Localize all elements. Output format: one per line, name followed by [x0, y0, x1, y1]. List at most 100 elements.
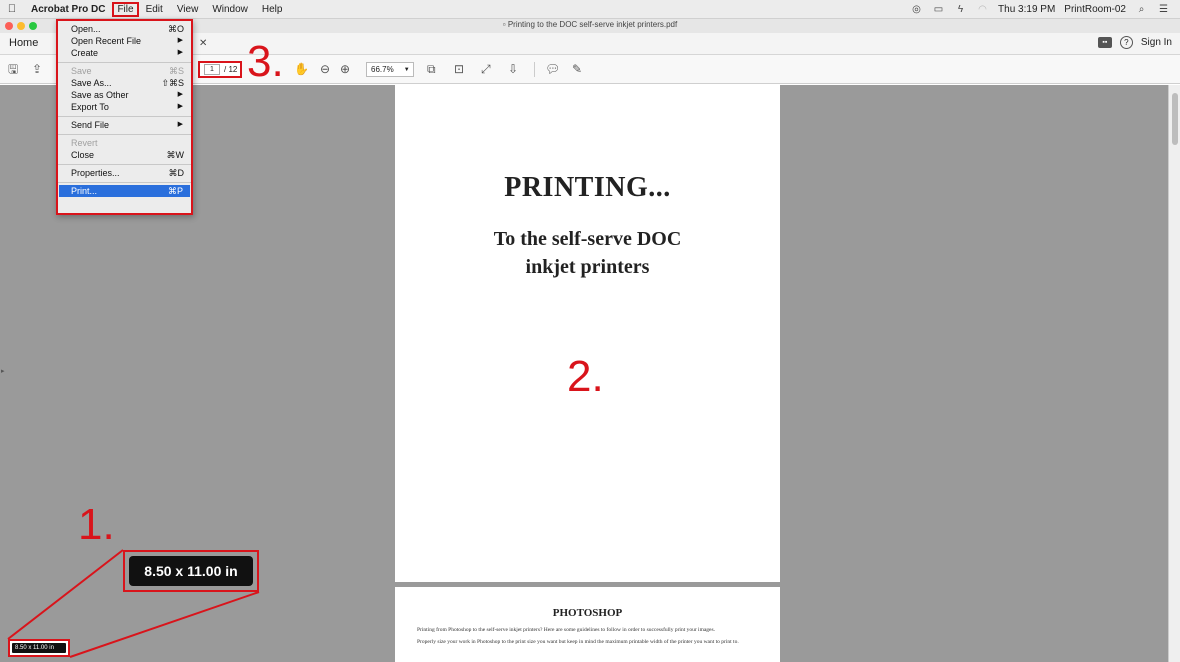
menu-separator — [58, 164, 191, 165]
page-size-callout-label: 8.50 x 11.00 in — [129, 556, 253, 586]
help-icon[interactable]: ? — [1119, 36, 1133, 49]
battery-bolt-icon[interactable]: ϟ — [954, 4, 967, 15]
page-size-callout: 8.50 x 11.00 in — [123, 550, 259, 592]
page-total: / 12 — [224, 65, 238, 74]
menu-item-save-as[interactable]: Save As... ⇧⌘S — [58, 77, 191, 89]
chevron-down-icon: ▼ — [403, 66, 410, 73]
tab-bar-right: ▪▪ ? Sign In — [1097, 36, 1172, 49]
menu-item-open[interactable]: Open... ⌘O — [58, 23, 191, 35]
zoom-select[interactable]: 66.7% ▼ — [366, 62, 414, 77]
menu-item-label: Open... — [71, 24, 101, 34]
cc-icon[interactable]: ◎ — [910, 4, 923, 15]
submenu-arrow-icon: ▶ — [177, 103, 183, 110]
annotation-step-1: 1. — [78, 500, 115, 549]
upload-icon[interactable]: ⇪ — [32, 61, 42, 77]
page-size-indicator[interactable]: 8.50 x 11.00 in — [8, 639, 70, 657]
menu-item-export-to[interactable]: Export To ▶ — [58, 101, 191, 113]
apple-icon[interactable]:  — [0, 3, 24, 15]
window-title-text: Printing to the DOC self-serve inkjet pr… — [507, 20, 678, 29]
menu-item-label: Properties... — [71, 168, 120, 178]
menu-item-label: Export To — [71, 102, 109, 112]
submenu-arrow-icon: ▶ — [177, 49, 183, 56]
paragraph: Printing from Photoshop to the self-serv… — [417, 627, 716, 633]
comment-icon[interactable]: ▪▪ — [1097, 37, 1112, 48]
menu-separator — [58, 62, 191, 63]
submenu-arrow-icon: ▶ — [177, 121, 183, 128]
menu-shortcut: ⇧⌘S — [161, 78, 184, 88]
read-mode-icon[interactable]: ⇩ — [508, 61, 518, 77]
annotation-step-2: 2. — [567, 352, 604, 401]
notification-list-icon[interactable]: ☰ — [1157, 4, 1170, 15]
menu-shortcut: ⌘W — [166, 150, 185, 160]
menu-item-properties[interactable]: Properties... ⌘D — [58, 167, 191, 179]
menu-file[interactable]: File — [112, 1, 139, 17]
section-heading: PHOTOSHOP — [552, 607, 623, 619]
menu-item-label: Open Recent File — [71, 36, 142, 46]
menu-item-send-file[interactable]: Send File ▶ — [58, 119, 191, 131]
menu-item-revert: Revert — [58, 137, 191, 149]
close-tab-icon[interactable]: ✕ — [199, 38, 207, 49]
menu-item-label: Create — [71, 48, 99, 58]
clock[interactable]: Thu 3:19 PM — [998, 4, 1055, 15]
add-comment-icon[interactable]: 💬︎ — [545, 61, 560, 77]
zoom-out-icon[interactable]: ⊖ — [320, 61, 330, 77]
hand-tool-icon[interactable]: ✋ — [294, 61, 309, 77]
pdf-page-2: PHOTOSHOP Printing from Photoshop to the… — [395, 587, 780, 662]
submenu-arrow-icon: ▶ — [177, 91, 183, 98]
menu-item-save-as-other[interactable]: Save as Other ▶ — [58, 89, 191, 101]
menu-help[interactable]: Help — [255, 4, 290, 15]
page-number-input[interactable]: 1 — [204, 64, 220, 75]
wifi-icon[interactable]: ◠ — [976, 4, 989, 15]
page-subtitle: To the self-serve DOC inkjet printers — [395, 225, 780, 281]
vertical-scrollbar[interactable] — [1168, 85, 1180, 662]
menu-item-save: Save ⌘S — [58, 65, 191, 77]
page-subtitle-line-1: To the self-serve DOC — [493, 228, 682, 250]
menu-item-label: Save as Other — [71, 90, 129, 100]
zoom-value: 66.7% — [371, 65, 394, 74]
app-menu[interactable]: Acrobat Pro DC — [24, 4, 112, 15]
section-body: Printing from Photoshop to the self-serv… — [417, 627, 758, 651]
save-icon[interactable]: 🖫 — [8, 61, 18, 77]
tab-home[interactable]: Home — [9, 37, 38, 49]
menu-separator — [58, 134, 191, 135]
status-area: ◎ ▭ ϟ ◠ Thu 3:19 PM PrintRoom-02 ⌕ ☰ — [910, 4, 1180, 15]
menu-view[interactable]: View — [170, 4, 206, 15]
menu-item-label: Send File — [71, 120, 110, 130]
paragraph: Properly size your work in Photoshop to … — [417, 639, 739, 645]
menu-item-create[interactable]: Create ▶ — [58, 47, 191, 59]
menu-item-label: Save — [71, 66, 92, 76]
pdf-page-1: PRINTING... To the self-serve DOC inkjet… — [395, 85, 780, 582]
menu-shortcut: ⌘D — [168, 168, 185, 178]
scrollbar-thumb[interactable] — [1172, 93, 1178, 145]
page-subtitle-line-2: inkjet printers — [525, 256, 650, 278]
fit-page-icon[interactable]: ⧉ — [427, 61, 436, 77]
menu-item-label: Revert — [71, 138, 98, 148]
toolbar-divider — [534, 62, 535, 77]
spotlight-search-icon[interactable]: ⌕ — [1135, 4, 1148, 15]
scroll-mode-icon[interactable]: ⊡ — [454, 61, 464, 77]
menu-item-label: Print... — [71, 186, 98, 196]
sign-in-link[interactable]: Sign In — [1141, 37, 1172, 48]
highlight-pen-icon[interactable]: ✎ — [572, 61, 582, 77]
page-size-label: 8.50 x 11.00 in — [12, 643, 66, 653]
menu-separator — [58, 182, 191, 183]
full-screen-icon[interactable]: ⤢ — [481, 61, 491, 77]
menu-edit[interactable]: Edit — [139, 4, 170, 15]
page-navigator: 1 / 12 — [198, 61, 242, 78]
menu-shortcut: ⌘O — [167, 24, 184, 34]
menu-shortcut: ⌘P — [167, 186, 183, 196]
menu-item-close[interactable]: Close ⌘W — [58, 149, 191, 161]
zoom-in-icon[interactable]: ⊕ — [340, 61, 350, 77]
menu-item-print[interactable]: Print... ⌘P — [59, 185, 190, 197]
menu-item-label: Save As... — [71, 78, 112, 88]
user-name[interactable]: PrintRoom-02 — [1064, 4, 1126, 15]
left-panel-toggle-icon[interactable]: ▸ — [1, 367, 5, 375]
page-title: PRINTING... — [504, 172, 671, 203]
menu-item-open-recent[interactable]: Open Recent File ▶ — [58, 35, 191, 47]
file-menu-dropdown: Open... ⌘O Open Recent File ▶ Create ▶ Save… — [56, 19, 193, 215]
menu-window[interactable]: Window — [205, 4, 255, 15]
airplay-icon[interactable]: ▭ — [932, 4, 945, 15]
mac-menu-bar:  Acrobat Pro DC File Edit View Window H… — [0, 0, 1180, 19]
menu-separator — [58, 116, 191, 117]
annotation-step-3: 3. — [247, 37, 284, 86]
